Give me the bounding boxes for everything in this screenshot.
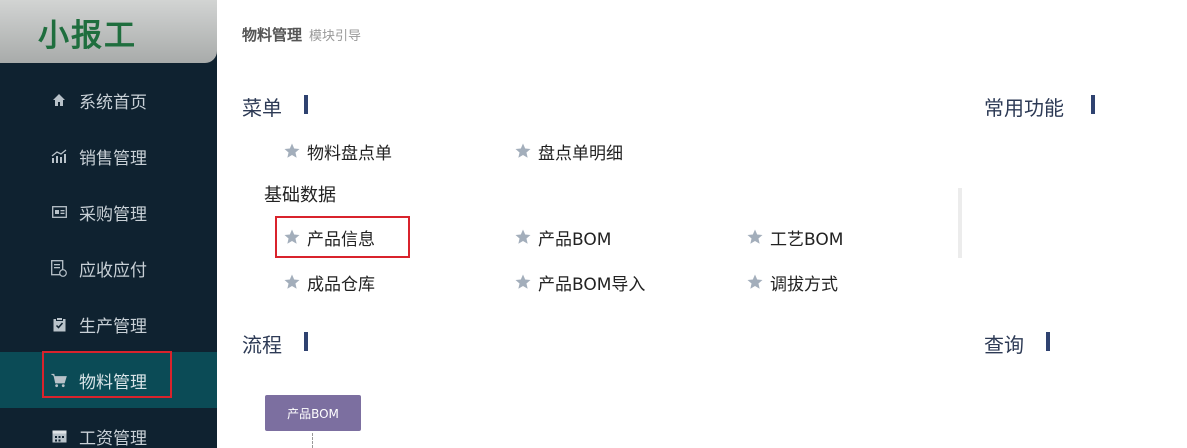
menu-item-finished-warehouse[interactable]: 成品仓库	[283, 270, 375, 295]
calendar-icon	[51, 428, 67, 444]
section-title-menu: 菜单	[242, 96, 282, 120]
logo-area: 小报工	[0, 0, 217, 63]
sidebar-item-label: 采购管理	[79, 204, 147, 225]
highlight-box-product-info	[275, 216, 410, 258]
sidebar-item-production[interactable]: 生产管理	[0, 296, 217, 352]
chart-icon	[51, 148, 67, 164]
breadcrumb-subtitle: 模块引导	[309, 29, 362, 44]
section-title-common: 常用功能	[984, 96, 1064, 120]
section-title-flow: 流程	[242, 333, 282, 357]
sidebar-item-home[interactable]: 系统首页	[0, 72, 217, 128]
sidebar-item-receivable[interactable]: 应收应付	[0, 240, 217, 296]
star-icon	[515, 229, 531, 244]
menu-item-process-bom[interactable]: 工艺BOM	[746, 225, 844, 250]
star-icon	[284, 274, 300, 289]
scrollbar[interactable]	[958, 188, 962, 258]
flow-connector	[312, 433, 313, 448]
sidebar-item-purchase[interactable]: 采购管理	[0, 184, 217, 240]
card-icon	[51, 204, 67, 220]
star-icon	[284, 143, 300, 158]
menu-item-product-bom[interactable]: 产品BOM	[514, 225, 612, 250]
sidebar-item-label: 应收应付	[79, 260, 147, 281]
sidebar-item-sales[interactable]: 销售管理	[0, 128, 217, 184]
menu-item-label: 盘点单明细	[538, 143, 623, 164]
menu-item-label: 调拔方式	[770, 274, 838, 295]
star-icon	[515, 143, 531, 158]
section-title-query: 查询	[984, 333, 1024, 357]
sidebar: 小报工 系统首页 销售管理 采购管理 应收应付 生产管理 物料管理 工资管理	[0, 0, 217, 448]
star-icon	[515, 274, 531, 289]
app-root: 小报工 系统首页 销售管理 采购管理 应收应付 生产管理 物料管理 工资管理 物…	[0, 0, 1187, 448]
sidebar-item-label: 销售管理	[79, 148, 147, 169]
menu-item-label: 工艺BOM	[770, 229, 844, 250]
title-bar-common	[1091, 95, 1095, 114]
sidebar-item-label: 生产管理	[79, 316, 147, 337]
sidebar-item-label: 工资管理	[79, 428, 147, 448]
group-label-basic-data: 基础数据	[264, 185, 336, 206]
menu-item-label: 成品仓库	[307, 274, 375, 295]
home-icon	[51, 92, 67, 108]
clipboard-icon	[51, 316, 67, 332]
menu-item-label: 物料盘点单	[307, 143, 392, 164]
title-bar-menu	[304, 95, 308, 114]
highlight-box-sidebar	[42, 351, 172, 398]
title-bar-query	[1046, 332, 1050, 351]
flow-node-product-bom[interactable]: 产品BOM	[265, 395, 361, 431]
sidebar-item-salary[interactable]: 工资管理	[0, 408, 217, 448]
menu-item-label: 产品BOM	[538, 229, 612, 250]
breadcrumb-title: 物料管理	[242, 26, 303, 44]
menu-item-transfer-method[interactable]: 调拔方式	[746, 270, 838, 295]
star-icon	[747, 229, 763, 244]
menu-item-bom-import[interactable]: 产品BOM导入	[514, 270, 646, 295]
title-bar-flow	[304, 332, 308, 351]
sidebar-item-label: 系统首页	[79, 92, 147, 113]
ledger-icon	[51, 259, 67, 277]
menu-item-label: 产品BOM导入	[538, 274, 646, 295]
star-icon	[747, 274, 763, 289]
menu-item-inventory-count[interactable]: 物料盘点单	[283, 139, 392, 164]
menu-item-count-detail[interactable]: 盘点单明细	[514, 139, 623, 164]
breadcrumb: 物料管理 模块引导	[242, 24, 361, 45]
logo-text: 小报工	[38, 18, 137, 54]
